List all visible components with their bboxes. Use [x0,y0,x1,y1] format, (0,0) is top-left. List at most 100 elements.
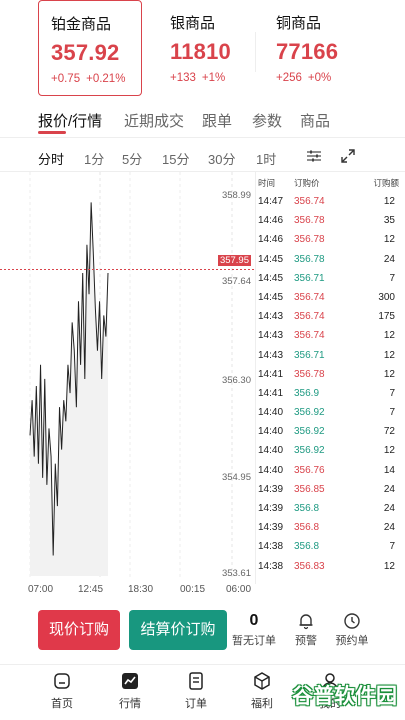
nav-home[interactable]: 首页 [38,671,86,711]
trade-qty: 24 [383,503,395,514]
trade-rows: 14:47 356.74 12 14:46 356.78 35 14:46 356.78 12 1… [256,192,405,576]
tab-params[interactable]: 参数 [252,110,282,131]
home-icon [54,673,70,689]
trade-row: 14:45 356.78 24 [256,250,405,269]
product-cards: 铂金商品 357.92 +0.75 +0.21% 银商品 11810 +133 +1… [0,0,405,100]
trade-qty: 72 [383,426,395,438]
current-price-label: 357.95 [217,255,251,266]
trade-price: 356.78 [294,215,325,227]
expand-icon[interactable] [340,148,356,164]
y-tick-label: 358.99 [221,190,251,201]
alert-label: 预警 [295,635,317,647]
trade-qty: 12 [383,445,395,457]
trade-price: 356.78 [294,368,325,380]
nav-label: 福利 [251,698,273,710]
alert-button[interactable]: 预警 [286,612,326,648]
trade-row: 14:40 356.92 7 [256,403,405,422]
market-order-button[interactable]: 现价订购 [38,610,120,650]
trade-time: 14:45 [258,291,284,303]
trade-row: 14:45 356.74 300 [256,288,405,307]
trade-time: 14:40 [258,445,284,457]
period-1min[interactable]: 1分 [84,149,104,168]
product-name: 银商品 [170,15,216,32]
trade-qty: 7 [389,272,395,284]
trade-row: 14:38 356.8 7 [256,537,405,556]
header-qty: 订购额 [373,178,399,188]
price-chart[interactable]: 358.99 357.95 357.64 356.30 354.95 353.6… [0,172,255,604]
trade-price: 356.92 [294,445,325,457]
change-value: +256 [276,72,302,84]
trade-price: 356.74 [294,311,325,323]
tab-product[interactable]: 商品 [300,110,330,131]
trade-time: 14:38 [258,541,284,553]
nav-market[interactable]: 行情 [106,671,154,711]
trade-price: 356.71 [294,349,325,361]
period-5min[interactable]: 5分 [122,149,142,168]
trade-time: 14:40 [258,426,284,438]
trade-price: 356.74 [294,196,325,207]
price-area [30,202,108,576]
trade-list[interactable]: 时间 订购价 订购额 14:47 356.74 12 14:46 356.78 35 14:… [255,172,405,584]
trade-price: 356.71 [294,272,325,284]
trade-row: 14:46 356.78 35 [256,211,405,230]
trade-price: 356.78 [294,234,325,246]
trade-row: 14:43 356.71 12 [256,346,405,365]
orders-button[interactable]: 0 暂无订单 [230,612,278,648]
trade-price: 356.85 [294,483,325,495]
trade-qty: 175 [378,311,395,323]
period-30min[interactable]: 30分 [208,149,235,168]
x-tick-label: 07:00 [28,584,54,595]
x-tick-label: 06:00 [226,584,252,595]
product-card-copper[interactable]: 铜商品 77166 +256 +0% [264,0,364,96]
product-change: +0.75 +0.21% [51,73,141,85]
nav-orders[interactable]: 订单 [172,671,220,711]
nav-benefits[interactable]: 福利 [238,671,286,711]
trade-time: 14:40 [258,464,284,476]
trade-price: 356.76 [294,464,325,476]
trade-qty: 24 [383,253,395,265]
trade-row: 14:43 356.74 12 [256,326,405,345]
trade-qty: 35 [383,215,395,227]
trade-qty: 7 [389,387,395,399]
trade-time: 14:43 [258,311,284,323]
trade-row: 14:40 356.92 72 [256,422,405,441]
trade-qty: 12 [383,368,395,380]
trade-list-header: 时间 订购价 订购额 [256,172,405,192]
trade-qty: 12 [383,196,395,207]
reserve-button[interactable]: 预约单 [330,612,374,648]
product-card-platinum[interactable]: 铂金商品 357.92 +0.75 +0.21% [38,0,142,96]
trade-row: 14:46 356.78 12 [256,230,405,249]
trade-row: 14:39 356.8 24 [256,518,405,537]
product-price: 357.92 [51,40,120,65]
period-15min[interactable]: 15分 [162,149,189,168]
tab-recent-trades[interactable]: 近期成交 [124,110,184,131]
chart-canvas [0,172,255,580]
watermark: 谷普软件园 [292,685,397,708]
tab-copy-trade[interactable]: 跟单 [202,110,232,131]
trade-row: 14:40 356.76 14 [256,461,405,480]
trade-time: 14:41 [258,387,284,399]
trade-qty: 12 [383,349,395,361]
action-bar: 现价订购 结算价订购 0 暂无订单 预警 预约单 [0,600,405,660]
tab-quote[interactable]: 报价/行情 [38,110,102,131]
trade-row: 14:40 356.92 12 [256,441,405,460]
trade-qty: 7 [389,541,395,553]
trade-row: 14:45 356.71 7 [256,269,405,288]
sliders-icon[interactable] [306,148,322,164]
product-card-silver[interactable]: 银商品 11810 +133 +1% [158,0,250,96]
trade-time: 14:45 [258,253,284,265]
y-tick-label: 357.64 [221,276,251,287]
trade-time: 14:43 [258,349,284,361]
trade-time: 14:47 [258,196,284,207]
trade-price: 356.92 [294,407,325,419]
trade-price: 356.83 [294,560,325,572]
cube-icon [254,672,270,690]
trade-time: 14:46 [258,215,284,227]
product-name: 铜商品 [276,15,322,32]
trade-time: 14:40 [258,407,284,419]
period-timeshare[interactable]: 分时 [38,149,64,168]
order-label: 暂无订单 [232,635,276,647]
period-1hour[interactable]: 1时 [256,149,276,168]
settle-order-button[interactable]: 结算价订购 [129,610,227,650]
trade-price: 356.92 [294,426,325,438]
